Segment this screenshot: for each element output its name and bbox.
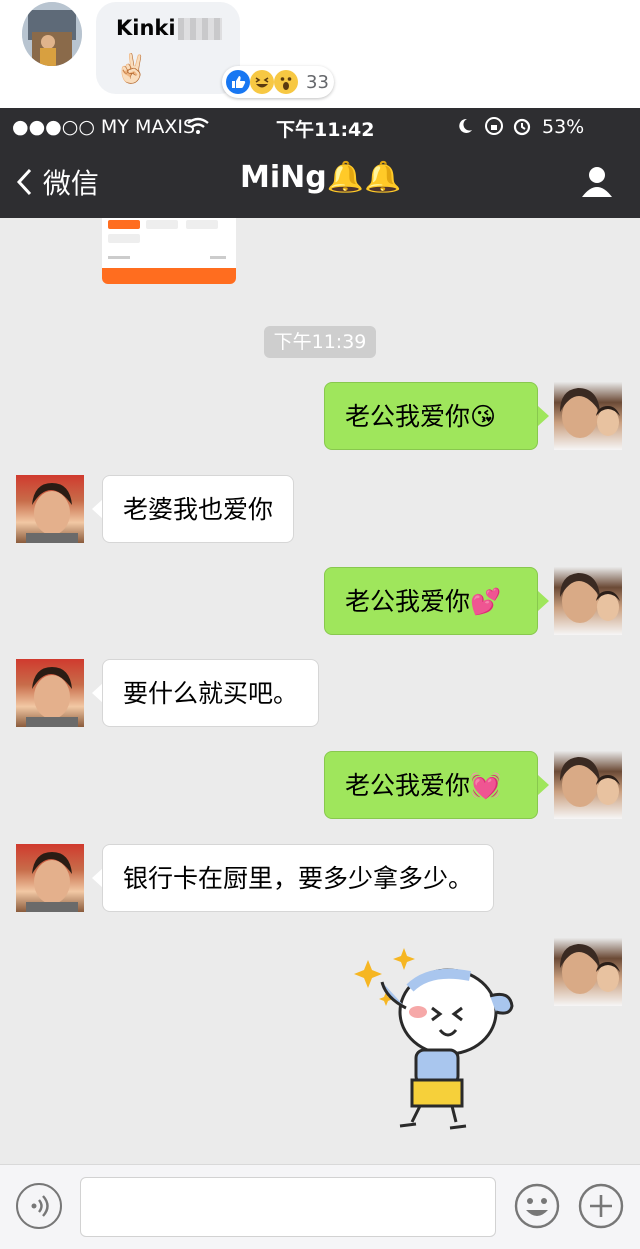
wow-icon [274,70,298,94]
reaction-count: 33 [306,72,329,93]
commenter-avatar[interactable] [22,2,82,66]
message-row: 要什么就买吧。 [0,659,640,731]
moon-icon [459,118,472,133]
plus-button[interactable] [578,1183,624,1229]
contact-avatar[interactable] [16,844,84,912]
chat-area[interactable]: 下午11:39 老公我爱你😘 老婆我也爱你 老公我爱你💕 要什么就买吧。 老公我爱你💓 银… [0,218,640,1164]
carrier-label: ●●●○○ MY MAXIS [12,116,196,138]
battery-percent: 53% [542,116,585,138]
chevron-left-icon [16,168,32,196]
back-label: 微信 [42,167,99,200]
comment-emoji: ✌🏻 [114,52,149,85]
rotation-lock-icon [485,117,503,135]
comment-bubble: Kinki ✌🏻 [96,2,240,94]
chat-header: 微信 MiNg🔔🔔 [0,144,640,218]
message-row: 银行卡在厨里，要多少拿多少。 [0,844,640,916]
image-message-thumbnail[interactable] [102,218,236,284]
commenter-name[interactable]: Kinki [116,16,176,40]
voice-icon [31,1195,49,1217]
incoming-message-bubble[interactable]: 要什么就买吧。 [102,659,320,727]
wifi-icon [187,117,209,134]
haha-icon [250,70,274,94]
blurred-surname [178,18,222,40]
emoji-button[interactable] [514,1183,560,1229]
message-row: 老公我爱你💓 [0,751,640,823]
contact-avatar[interactable] [16,475,84,543]
message-text-field[interactable] [80,1177,496,1237]
voice-button[interactable] [16,1183,62,1229]
status-time: 下午11:42 [276,119,375,141]
battery-icon [590,10,632,30]
message-timestamp: 下午11:39 [264,326,376,358]
status-bar: ●●●○○ MY MAXIS 下午11:42 53% [0,108,640,144]
outgoing-message-bubble[interactable]: 老公我爱你💕 [324,567,538,635]
incoming-message-bubble[interactable]: 银行卡在厨里，要多少拿多少。 [102,844,495,912]
outgoing-message-bubble[interactable]: 老公我爱你😘 [324,382,538,450]
reaction-summary[interactable]: 33 [222,66,334,98]
person-icon[interactable] [580,164,614,198]
incoming-message-bubble[interactable]: 老婆我也爱你 [102,475,295,543]
message-row: 老公我爱你💕 [0,567,640,639]
my-avatar[interactable] [554,382,622,450]
my-avatar[interactable] [554,938,622,1006]
chat-title: MiNg🔔🔔 [240,160,402,195]
alarm-icon [513,118,531,136]
outgoing-message-bubble[interactable]: 老公我爱你💓 [324,751,538,819]
facebook-comment: Kinki ✌🏻 33 [0,0,640,108]
message-input-bar [0,1164,640,1249]
back-button[interactable]: 微信 [16,162,99,202]
like-icon [226,70,250,94]
message-row: 老婆我也爱你 [0,475,640,547]
my-avatar[interactable] [554,567,622,635]
my-avatar[interactable] [554,751,622,819]
contact-avatar[interactable] [16,659,84,727]
cartoon-sticker[interactable] [354,948,524,1134]
message-row: 老公我爱你😘 [0,382,640,454]
